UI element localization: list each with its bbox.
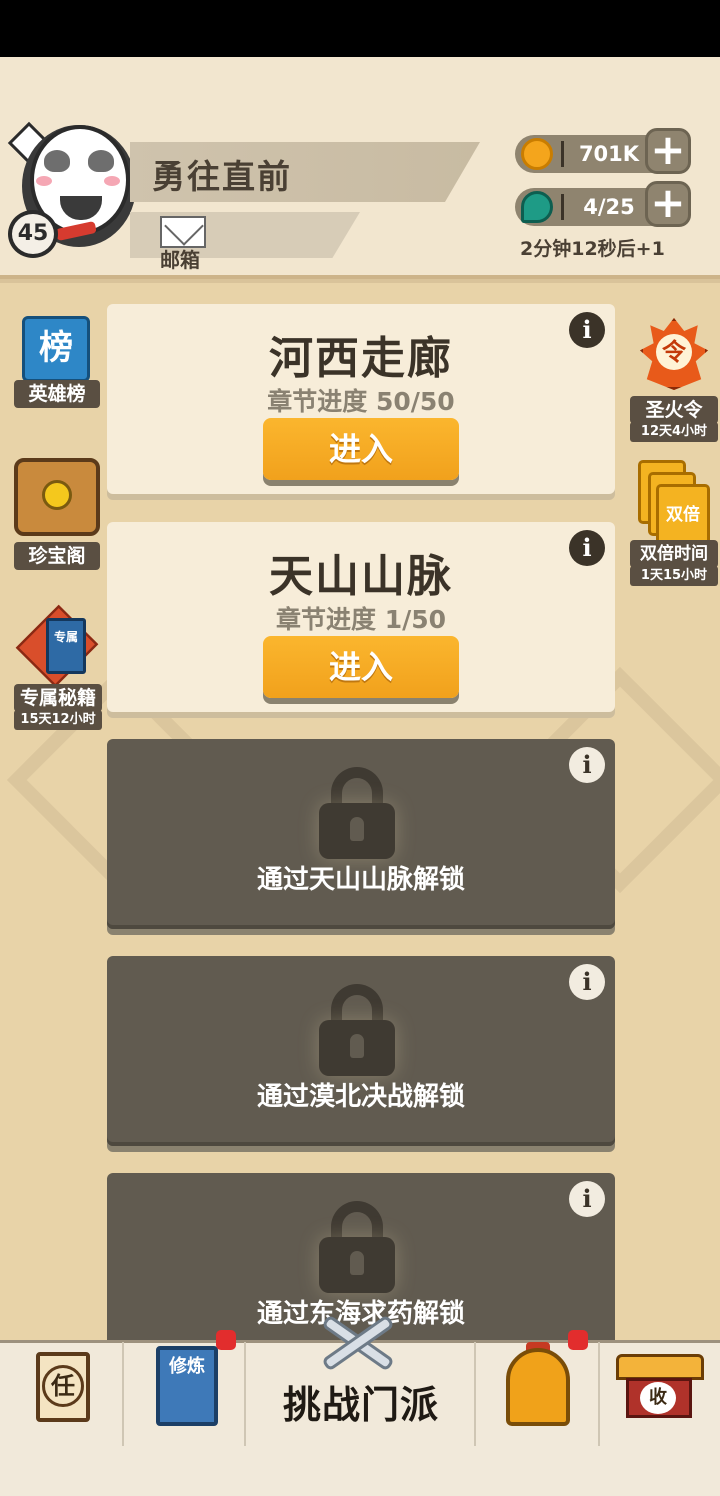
info-icon[interactable]: i — [569, 964, 605, 1000]
task-glyph: 任 — [42, 1365, 84, 1407]
separator — [561, 194, 564, 220]
enter-chapter-button[interactable]: 进入 — [263, 418, 459, 480]
double-time-label: 双倍时间 — [630, 540, 718, 568]
chapter-progress: 章节进度 50/50 — [267, 387, 455, 416]
avatar-eye — [44, 150, 70, 172]
exclusive-secret-book-label: 专属秘籍 — [14, 684, 102, 712]
hero-ranking-label: 英雄榜 — [14, 380, 100, 408]
lock-icon — [319, 1201, 395, 1293]
unlock-condition: 通过漠北决战解锁 — [256, 1082, 465, 1112]
system-nav-area — [0, 1446, 720, 1496]
star-icon — [42, 480, 72, 510]
chapter-title: 天山山脉 — [269, 551, 453, 602]
unlock-condition: 通过天山山脉解锁 — [256, 865, 465, 895]
info-icon[interactable]: i — [569, 747, 605, 783]
enter-chapter-button[interactable]: 进入 — [263, 636, 459, 698]
training-book-icon: 修炼 — [156, 1346, 218, 1426]
order-glyph: 令 — [656, 334, 692, 370]
secret-book-icon: 专属 — [46, 618, 86, 674]
level-badge: 45 — [8, 210, 58, 258]
status-bar — [0, 0, 720, 57]
stamina-drop-icon — [521, 191, 553, 223]
double-cards-icon: 双倍 — [656, 484, 710, 546]
locked-chapter-card[interactable]: i 通过天山山脉解锁 — [107, 739, 615, 929]
mail-label[interactable]: 邮箱 — [160, 244, 200, 273]
lock-icon — [319, 767, 395, 859]
chapter-progress: 章节进度 1/50 — [275, 605, 447, 634]
notification-dot — [568, 1330, 588, 1350]
ranking-banner-icon: 榜 — [22, 316, 90, 382]
challenge-sect-label: 挑战门派 — [282, 1383, 439, 1427]
hero-ranking-button[interactable]: 榜 英雄榜 — [14, 312, 100, 412]
treasure-pavilion-button[interactable]: 珍宝阁 — [14, 458, 100, 573]
helmet-icon — [506, 1348, 570, 1426]
chapter-card-tianshan: i 天山山脉 章节进度 1/50 进入 — [107, 522, 615, 712]
sacred-flame-order-label: 圣火令 — [630, 396, 718, 424]
separator — [561, 141, 564, 167]
avatar-eye — [88, 150, 114, 172]
add-stamina-button[interactable]: + — [645, 181, 691, 227]
double-time-button[interactable]: 双倍 双倍时间 1天15小时 — [630, 458, 718, 586]
avatar-blush — [104, 176, 120, 186]
sacred-flame-order-timer: 12天4小时 — [630, 422, 718, 442]
coin-amount: 701K — [578, 142, 640, 166]
sacred-flame-order-button[interactable]: 令 圣火令 12天4小时 — [630, 316, 718, 442]
exclusive-secret-book-timer: 15天12小时 — [14, 710, 102, 730]
chapter-title: 河西走廊 — [269, 333, 453, 384]
notification-dot — [216, 1330, 236, 1350]
locked-chapter-card[interactable]: i 通过漠北决战解锁 — [107, 956, 615, 1146]
collect-glyph: 收 — [640, 1382, 676, 1414]
avatar-blush — [36, 176, 52, 186]
stamina-regen-timer: 2分钟12秒后+1 — [520, 238, 665, 260]
lock-icon — [319, 984, 395, 1076]
add-coins-button[interactable]: + — [645, 128, 691, 174]
chapter-card-hexi: i 河西走廊 章节进度 50/50 进入 — [107, 304, 615, 494]
collect-roof-icon — [616, 1354, 704, 1380]
stamina-amount: 4/25 — [583, 195, 635, 219]
info-icon[interactable]: i — [569, 1181, 605, 1217]
player-name: 勇往直前 — [152, 157, 292, 196]
treasure-pavilion-label: 珍宝阁 — [14, 542, 100, 570]
coin-icon — [521, 138, 553, 170]
exclusive-secret-book-button[interactable]: 专属 专属秘籍 15天12小时 — [14, 604, 102, 734]
crossed-swords-icon — [318, 1314, 398, 1372]
double-time-timer: 1天15小时 — [630, 566, 718, 586]
